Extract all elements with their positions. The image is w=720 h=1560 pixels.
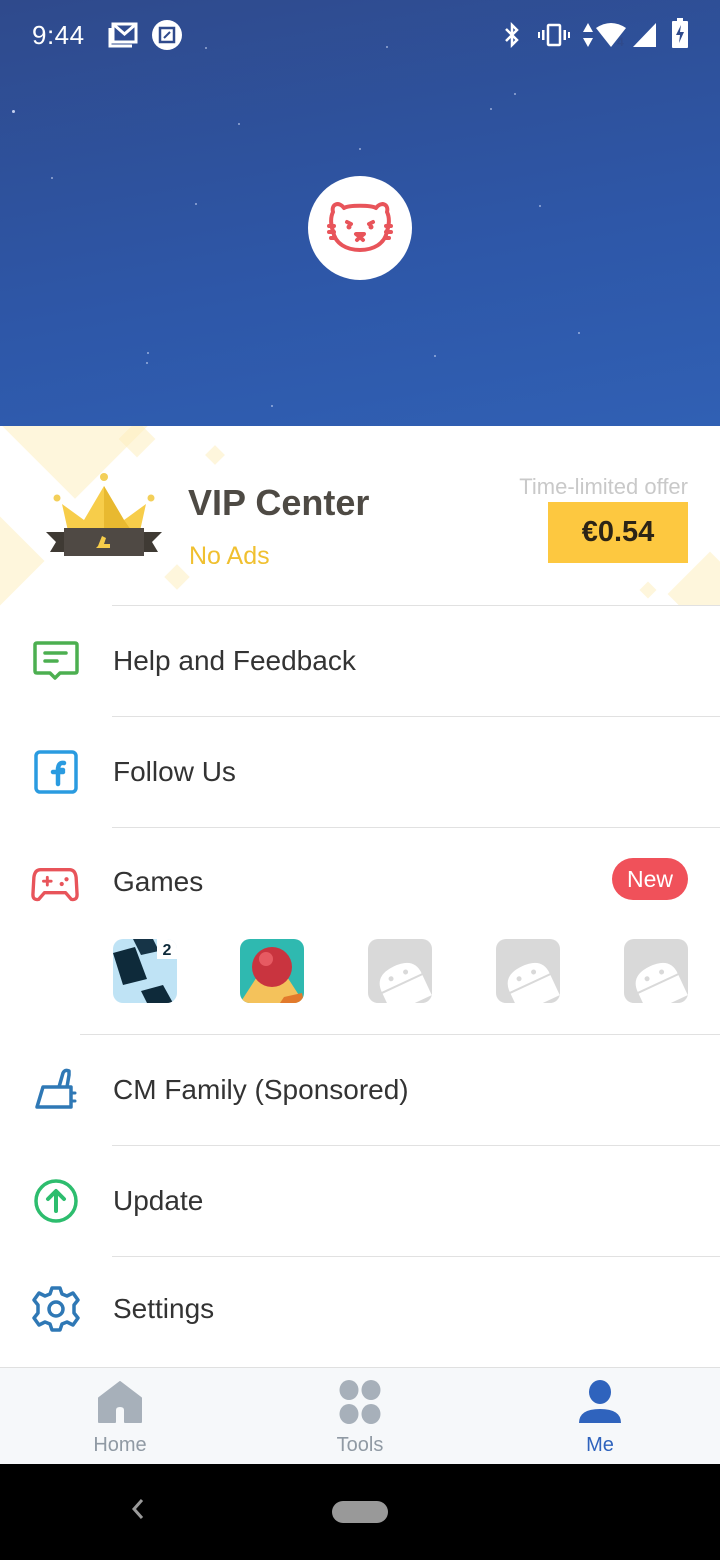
back-icon[interactable] [128, 1494, 148, 1532]
star-decoration [434, 355, 436, 357]
decoration-diamond [0, 511, 45, 606]
menu-item-settings[interactable]: Settings [0, 1257, 720, 1361]
home-icon [96, 1378, 144, 1426]
gear-icon [32, 1285, 80, 1333]
menu-item-help-feedback[interactable]: Help and Feedback [0, 606, 720, 716]
star-decoration [271, 405, 273, 407]
android-placeholder-icon[interactable] [368, 939, 432, 1003]
vip-crown-icon [44, 472, 164, 569]
update-arrow-icon [32, 1177, 80, 1225]
vip-subtitle: No Ads [189, 542, 270, 570]
status-time: 9:44 [32, 20, 85, 50]
menu-item-label: Help and Feedback [113, 645, 356, 676]
menu-item-follow-us[interactable]: Follow Us [0, 717, 720, 827]
menu-item-label: Games [113, 866, 204, 897]
vip-center-title: VIP Center [188, 482, 370, 523]
screenshot-edit-icon [152, 20, 182, 55]
menu-item-label: Follow Us [113, 756, 236, 787]
tools-grid-icon [336, 1378, 384, 1426]
svg-text:2: 2 [163, 942, 172, 959]
status-bar: 9:44 4 [0, 0, 720, 72]
star-decoration [514, 93, 516, 95]
star-decoration [12, 110, 15, 113]
time-limited-offer-label: Time-limited offer [519, 474, 688, 499]
star-decoration [146, 362, 148, 364]
nav-label: Tools [336, 1434, 384, 1456]
profile-header: 9:44 4 [0, 0, 720, 426]
piano-tiles-2-icon[interactable]: 2 [113, 939, 177, 1003]
bluetooth-icon [502, 21, 522, 53]
vip-price-button[interactable]: €0.54 [548, 502, 688, 563]
gmail-icon [108, 22, 138, 53]
decoration-diamond [164, 564, 190, 590]
gamepad-icon [31, 861, 79, 909]
feedback-message-icon [32, 637, 80, 685]
broom-icon [32, 1066, 80, 1114]
star-decoration [490, 108, 492, 110]
star-decoration [238, 123, 240, 125]
menu-item-cm-family[interactable]: CM Family (Sponsored) [0, 1035, 720, 1145]
menu-item-label: CM Family (Sponsored) [113, 1074, 409, 1105]
cat-face-icon [327, 198, 393, 259]
nav-home[interactable]: Home [0, 1368, 240, 1465]
star-decoration [539, 205, 541, 207]
star-decoration [578, 332, 580, 334]
menu-item-label: Settings [113, 1293, 215, 1324]
svg-text:4: 4 [617, 35, 624, 48]
wifi-icon: 4 [596, 22, 630, 53]
decoration-diamond [639, 581, 657, 599]
nav-label: Me [586, 1434, 614, 1456]
android-placeholder-icon[interactable] [624, 939, 688, 1003]
home-pill-button[interactable] [332, 1501, 388, 1523]
android-placeholder-icon[interactable] [496, 939, 560, 1003]
nav-me[interactable]: Me [480, 1368, 720, 1465]
rolling-ball-icon[interactable] [240, 939, 304, 1003]
bottom-navigation: Home Tools Me [0, 1367, 720, 1464]
nav-label: Home [93, 1434, 147, 1456]
star-decoration [51, 177, 53, 179]
decoration-diamond [205, 445, 225, 465]
vip-center-card[interactable]: VIP Center No Ads Time-limited offer €0.… [0, 426, 720, 606]
signal-icon [632, 22, 658, 53]
user-avatar[interactable] [308, 176, 412, 280]
new-badge: New [612, 858, 688, 900]
star-decoration [147, 352, 149, 354]
menu-item-label: Update [113, 1185, 204, 1216]
star-decoration [359, 148, 361, 150]
data-arrows-icon [582, 22, 594, 53]
person-icon [576, 1378, 624, 1426]
battery-charging-icon [672, 18, 688, 53]
nav-tools[interactable]: Tools [240, 1368, 480, 1465]
facebook-icon [32, 748, 80, 796]
menu-item-update[interactable]: Update [0, 1146, 720, 1256]
vibrate-icon [538, 23, 570, 52]
star-decoration [195, 203, 197, 205]
